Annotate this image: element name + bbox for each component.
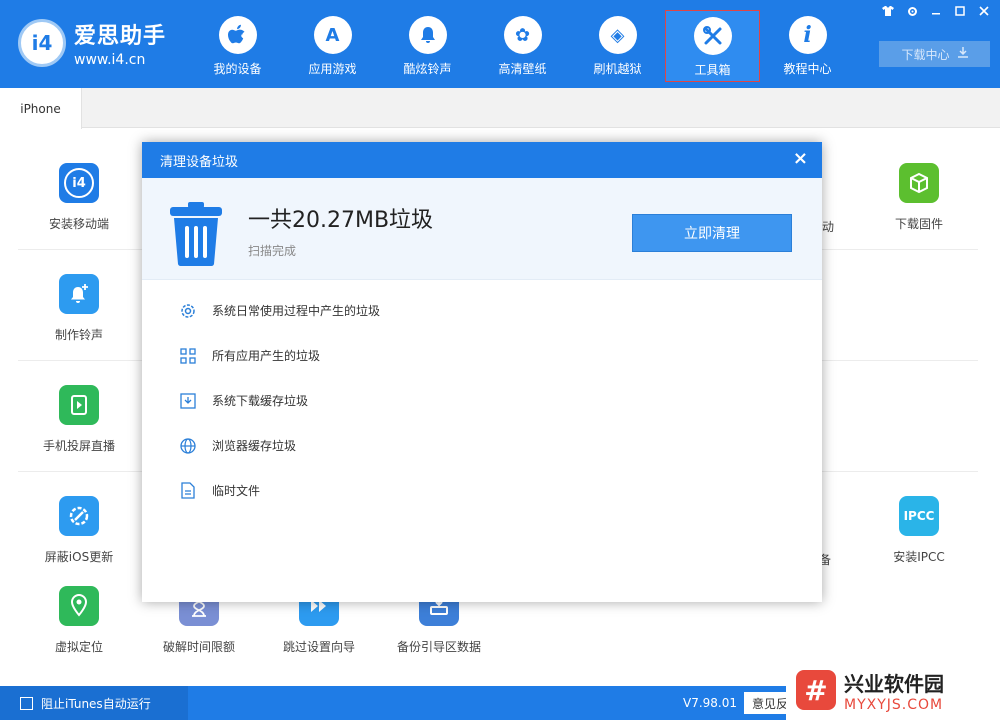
tool-make-ringtone[interactable]: 制作铃声 (29, 274, 129, 354)
bell-icon (408, 16, 447, 54)
nav-tutorials[interactable]: i 教程中心 (760, 10, 855, 82)
main-nav: 我的设备 A 应用游戏 酷炫铃声 ✿ 高清壁纸 ◈ 刷机越狱 工具箱 i 教程中… (190, 10, 855, 82)
tool-block-ios-update[interactable]: 屏蔽iOS更新 (29, 496, 129, 576)
app-store-icon: A (313, 16, 352, 54)
nav-apps-games[interactable]: A 应用游戏 (285, 10, 380, 82)
screen-play-icon (59, 385, 99, 425)
category-system-junk[interactable]: 系统日常使用过程中产生的垃圾 (178, 288, 380, 333)
close-icon[interactable] (974, 3, 994, 19)
watermark-logo-icon: # (796, 670, 836, 710)
app-version: V7.98.01 (683, 696, 738, 710)
tool-download-firmware[interactable]: 下载固件 (869, 163, 969, 243)
tool-screen-mirror[interactable]: 手机投屏直播 (29, 385, 129, 465)
apple-icon (218, 16, 257, 54)
nav-wallpapers[interactable]: ✿ 高清壁纸 (475, 10, 570, 82)
tools-icon (693, 17, 732, 55)
download-icon (178, 391, 198, 411)
trash-bin-icon (168, 202, 224, 267)
category-download-cache[interactable]: 系统下载缓存垃圾 (178, 378, 380, 423)
clean-now-button[interactable]: 立即清理 (632, 214, 792, 252)
watermark-title: 兴业软件园 (844, 671, 944, 696)
block-itunes-toggle[interactable]: 阻止iTunes自动运行 (0, 686, 188, 720)
dialog-close-icon[interactable]: × (793, 148, 808, 169)
nav-ringtones[interactable]: 酷炫铃声 (380, 10, 475, 82)
skin-icon[interactable] (878, 3, 898, 19)
i4-app-icon: i4 (59, 163, 99, 203)
category-browser-cache[interactable]: 浏览器缓存垃圾 (178, 423, 380, 468)
junk-summary: 一共20.27MB垃圾 扫描完成 立即清理 (142, 178, 822, 280)
bell-plus-icon (59, 274, 99, 314)
app-header: i4 爱思助手 www.i4.cn 我的设备 A 应用游戏 酷炫铃声 ✿ 高清壁… (0, 0, 1000, 88)
dialog-title-bar: 清理设备垃圾 × (142, 142, 822, 178)
logo-badge-icon: i4 (18, 19, 66, 67)
nav-toolbox[interactable]: 工具箱 (665, 10, 760, 82)
tool-install-mobile[interactable]: i4 安装移动端 (29, 163, 129, 243)
maximize-icon[interactable] (950, 3, 970, 19)
junk-total: 一共20.27MB垃圾 (248, 208, 434, 233)
i4-badge: i4 (64, 168, 94, 198)
info-icon: i (788, 16, 827, 54)
minimize-icon[interactable] (926, 3, 946, 19)
dropbox-icon: ◈ (598, 16, 637, 54)
watermark-url: MYXYJS.COM (844, 696, 944, 713)
tool-virtual-location[interactable]: 虚拟定位 (29, 586, 129, 666)
app-url: www.i4.cn (74, 52, 146, 68)
ipcc-icon: IPCC (899, 496, 939, 536)
clean-junk-dialog: 清理设备垃圾 × 一共20.27MB垃圾 扫描完成 立即清理 系统日常使用过程中… (142, 142, 822, 602)
grid-icon (178, 346, 198, 366)
category-app-junk[interactable]: 所有应用产生的垃圾 (178, 333, 380, 378)
nav-my-device[interactable]: 我的设备 (190, 10, 285, 82)
gear-block-icon (59, 496, 99, 536)
flower-icon: ✿ (503, 16, 542, 54)
cube-icon (899, 163, 939, 203)
nav-flash-jailbreak[interactable]: ◈ 刷机越狱 (570, 10, 665, 82)
category-temp-files[interactable]: 临时文件 (178, 468, 380, 513)
gear-icon (178, 301, 198, 321)
file-icon (178, 481, 198, 501)
tab-iphone[interactable]: iPhone (0, 88, 82, 129)
app-name: 爱思助手 (74, 24, 167, 49)
device-tab-bar: iPhone (0, 88, 1000, 129)
download-center-button[interactable]: 下载中心 (879, 41, 990, 67)
location-pin-icon (59, 586, 99, 626)
dialog-title: 清理设备垃圾 (160, 154, 239, 170)
tool-install-ipcc[interactable]: IPCC 安装IPCC (869, 496, 969, 576)
scan-status: 扫描完成 (248, 244, 297, 258)
site-watermark: # 兴业软件园 MYXYJS.COM (786, 660, 1000, 720)
window-controls (878, 3, 994, 19)
download-arrow-icon (957, 47, 968, 61)
app-logo[interactable]: i4 爱思助手 www.i4.cn (18, 18, 166, 68)
settings-gear-icon[interactable] (902, 3, 922, 19)
globe-icon (178, 436, 198, 456)
junk-category-list: 系统日常使用过程中产生的垃圾 所有应用产生的垃圾 系统下载缓存垃圾 浏览器缓存垃… (178, 288, 380, 513)
partial-tool-label: 动 (822, 220, 835, 234)
itunes-checkbox[interactable] (20, 696, 33, 710)
